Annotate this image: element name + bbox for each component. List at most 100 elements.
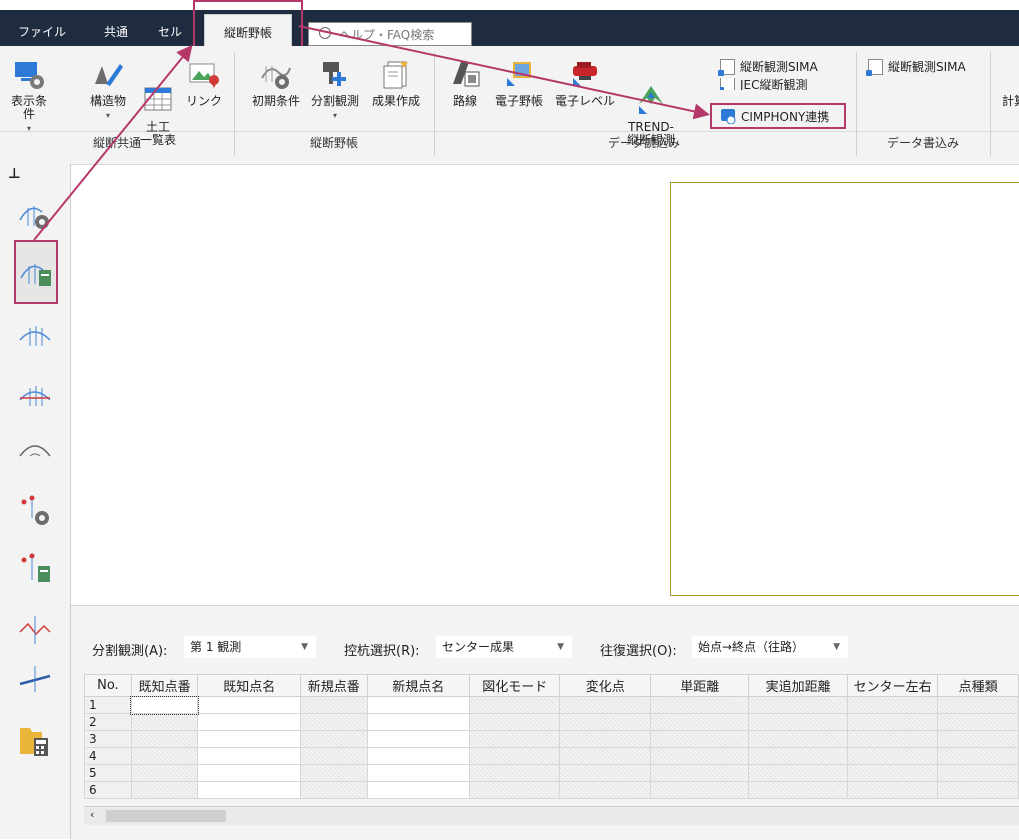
import-sima-button[interactable]: 縦断観測SIMA <box>718 58 818 76</box>
table-cell[interactable] <box>197 781 301 799</box>
folder-calc-tool[interactable] <box>18 724 52 758</box>
create-result-button[interactable]: 成果作成 <box>366 58 426 108</box>
profile-settings-tool[interactable] <box>18 198 52 232</box>
profile-tool-2[interactable] <box>18 378 52 412</box>
column-header[interactable]: 既知点名 <box>197 674 301 697</box>
table-cell[interactable] <box>559 781 651 799</box>
table-cell[interactable] <box>468 713 561 731</box>
table-row[interactable]: 6 <box>84 781 1019 799</box>
table-cell[interactable] <box>366 747 470 765</box>
table-cell[interactable] <box>649 713 750 731</box>
electronic-fieldbook-button[interactable]: 電子野帳 <box>490 58 548 108</box>
column-header[interactable]: センター左右 <box>846 674 939 697</box>
column-header[interactable]: 変化点 <box>559 674 651 697</box>
table-cell[interactable] <box>130 695 199 715</box>
table-cell[interactable] <box>748 747 848 765</box>
table-cell[interactable] <box>299 747 368 765</box>
table-cell[interactable] <box>649 747 750 765</box>
table-cell[interactable] <box>130 730 199 748</box>
table-cell[interactable] <box>197 764 301 782</box>
table-cell[interactable] <box>649 764 750 782</box>
electronic-level-button[interactable]: 電子レベル <box>552 58 618 108</box>
table-cell[interactable] <box>559 747 651 765</box>
split-observation-button[interactable]: 分割観測 ▾ <box>306 58 364 122</box>
link-button[interactable]: リンク <box>184 58 224 108</box>
table-cell[interactable] <box>559 713 651 731</box>
table-cell[interactable] <box>748 713 848 731</box>
table-cell[interactable] <box>366 713 470 731</box>
table-cell[interactable] <box>559 696 651 714</box>
table-cell[interactable] <box>197 713 301 731</box>
table-cell[interactable] <box>197 747 301 765</box>
table-cell[interactable] <box>748 764 848 782</box>
route-button[interactable]: 路線 <box>446 58 484 108</box>
display-condition-button[interactable]: 表示条件 ▾ <box>6 58 52 135</box>
tab-cell[interactable]: セル <box>148 10 192 46</box>
pin-icon[interactable]: ⊥ <box>8 166 21 182</box>
tab-file[interactable]: ファイル <box>0 10 84 46</box>
table-cell[interactable] <box>846 730 939 748</box>
split-observation-select[interactable]: 第 1 観測 ▼ <box>184 636 316 658</box>
tab-common[interactable]: 共通 <box>92 10 140 46</box>
profile-tool-1[interactable] <box>18 318 52 352</box>
point-fieldbook-tool[interactable] <box>18 552 52 586</box>
help-search-input[interactable]: ヘルプ・FAQ検索 <box>308 22 472 46</box>
table-row[interactable]: 4 <box>84 747 1019 765</box>
level-line-tool[interactable] <box>18 662 52 696</box>
table-cell[interactable] <box>748 781 848 799</box>
calculate-button[interactable]: 計算 <box>1002 58 1019 108</box>
scroll-left-icon[interactable]: ‹ <box>90 808 94 821</box>
horizontal-scrollbar[interactable]: ‹ <box>84 806 1019 825</box>
table-cell[interactable] <box>299 696 368 714</box>
table-cell[interactable] <box>366 730 470 748</box>
column-header[interactable]: 既知点番 <box>130 674 199 697</box>
table-cell[interactable] <box>130 764 199 782</box>
initial-condition-button[interactable]: 初期条件 <box>246 58 306 108</box>
column-header[interactable]: No. <box>84 674 132 697</box>
table-cell[interactable] <box>366 696 470 714</box>
table-row[interactable]: 1 <box>84 695 1019 715</box>
table-cell[interactable] <box>846 696 939 714</box>
column-header[interactable]: 実追加距離 <box>748 674 848 697</box>
table-row[interactable]: 3 <box>84 730 1019 748</box>
table-cell[interactable] <box>846 713 939 731</box>
table-cell[interactable] <box>937 730 1019 748</box>
table-cell[interactable] <box>366 764 470 782</box>
stake-select[interactable]: センター成果 ▼ <box>436 636 572 658</box>
table-cell[interactable] <box>197 730 301 748</box>
table-cell[interactable] <box>299 764 368 782</box>
table-cell[interactable] <box>559 764 651 782</box>
table-cell[interactable] <box>468 696 561 714</box>
table-cell[interactable] <box>130 747 199 765</box>
table-cell[interactable] <box>748 730 848 748</box>
cimphony-link-button[interactable]: CIMPHONY連携 <box>710 103 846 129</box>
table-cell[interactable] <box>299 730 368 748</box>
table-cell[interactable] <box>468 781 561 799</box>
table-cell[interactable] <box>937 764 1019 782</box>
curve-tool[interactable] <box>18 432 52 466</box>
table-cell[interactable] <box>846 781 939 799</box>
point-line-tool[interactable] <box>18 612 52 646</box>
column-header[interactable]: 点種類 <box>937 674 1019 697</box>
table-cell[interactable] <box>649 781 750 799</box>
table-cell[interactable] <box>197 696 301 714</box>
table-cell[interactable] <box>366 781 470 799</box>
round-trip-select[interactable]: 始点→終点（往路） ▼ <box>692 636 848 658</box>
table-cell[interactable] <box>299 713 368 731</box>
table-cell[interactable] <box>937 781 1019 799</box>
scrollbar-thumb[interactable] <box>106 810 226 822</box>
column-header[interactable]: 新規点番 <box>299 674 368 697</box>
table-cell[interactable] <box>649 730 750 748</box>
table-row[interactable]: 2 <box>84 713 1019 731</box>
table-cell[interactable] <box>846 747 939 765</box>
import-jec-button[interactable]: JEC縦断観測 <box>720 78 808 90</box>
column-header[interactable]: 新規点名 <box>366 674 470 697</box>
table-cell[interactable] <box>937 696 1019 714</box>
table-cell[interactable] <box>748 696 848 714</box>
table-cell[interactable] <box>846 764 939 782</box>
table-cell[interactable] <box>468 747 561 765</box>
column-header[interactable]: 図化モード <box>468 674 561 697</box>
table-row[interactable]: 5 <box>84 764 1019 782</box>
column-header[interactable]: 単距離 <box>649 674 750 697</box>
table-cell[interactable] <box>468 764 561 782</box>
